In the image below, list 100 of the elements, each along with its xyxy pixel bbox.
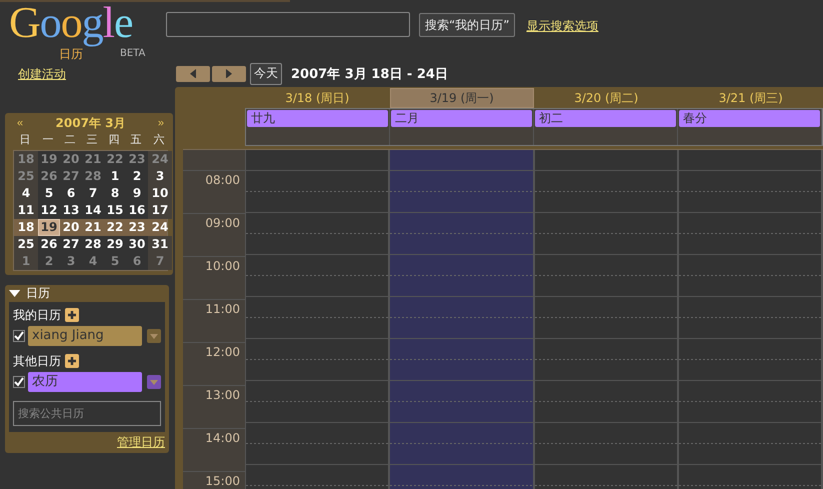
- calendar-day[interactable]: 27: [60, 168, 82, 185]
- calendar-day[interactable]: 1: [104, 168, 126, 185]
- plus-icon: [67, 310, 77, 320]
- calendar-day[interactable]: 29: [104, 236, 126, 253]
- calendar-day[interactable]: 20: [60, 151, 82, 168]
- calendar-day[interactable]: 24: [148, 151, 172, 168]
- calendar-day[interactable]: 1: [14, 253, 38, 270]
- next-button[interactable]: [212, 66, 246, 82]
- next-month-button[interactable]: »: [158, 117, 164, 129]
- calendar-day[interactable]: 10: [148, 185, 172, 202]
- calendar-day[interactable]: 19: [38, 219, 60, 236]
- hour-label: 08:00: [183, 171, 245, 214]
- all-day-event[interactable]: 二月: [391, 110, 532, 127]
- month-title: 2007年 3月: [56, 114, 126, 132]
- day-header[interactable]: 3/21 (周三): [678, 88, 823, 108]
- down-triangle-icon: [9, 290, 20, 297]
- dropdown-button[interactable]: [147, 329, 161, 343]
- check-icon: [14, 377, 24, 387]
- calendar-day[interactable]: 20: [60, 219, 82, 236]
- manage-calendars-link[interactable]: 管理日历: [117, 434, 165, 451]
- search-button[interactable]: 搜索“我的日历”: [419, 13, 516, 37]
- calendar-day[interactable]: 19: [38, 151, 60, 168]
- day-header[interactable]: 3/18 (周日): [245, 88, 390, 108]
- calendar-day[interactable]: 6: [126, 253, 148, 270]
- calendar-day[interactable]: 23: [126, 151, 148, 168]
- weekday-label: 一: [42, 132, 54, 148]
- calendar-day[interactable]: 5: [38, 185, 60, 202]
- previous-month-button[interactable]: «: [17, 117, 24, 129]
- calendar-day[interactable]: 15: [104, 202, 126, 219]
- calendar-day[interactable]: 7: [148, 253, 172, 270]
- calendar-day[interactable]: 16: [126, 202, 148, 219]
- calendar-day[interactable]: 27: [60, 236, 82, 253]
- all-day-event[interactable]: 廿九: [247, 110, 388, 127]
- previous-button[interactable]: [176, 66, 210, 82]
- today-button[interactable]: 今天: [250, 62, 282, 84]
- dropdown-button[interactable]: [147, 375, 161, 389]
- hour-label: 15:00: [183, 472, 245, 489]
- day-header[interactable]: 3/20 (周二): [534, 88, 678, 108]
- calendar-day[interactable]: 2: [38, 253, 60, 270]
- add-button[interactable]: [65, 354, 79, 368]
- calendar-day[interactable]: 18: [14, 151, 38, 168]
- calendar-day[interactable]: 30: [126, 236, 148, 253]
- calendar-day[interactable]: 22: [104, 219, 126, 236]
- group-title: 其他日历: [13, 352, 61, 370]
- calendar-day[interactable]: 4: [14, 185, 38, 202]
- calendar-day[interactable]: 17: [148, 202, 172, 219]
- calendar-day[interactable]: 3: [148, 168, 172, 185]
- panel-title: 日历: [26, 285, 50, 302]
- calendar-name[interactable]: 农历: [28, 372, 142, 392]
- calendar-day[interactable]: 12: [38, 202, 60, 219]
- calendar-day[interactable]: 3: [60, 253, 82, 270]
- calendar-day[interactable]: 21: [82, 151, 104, 168]
- calendar-day[interactable]: 9: [126, 185, 148, 202]
- create-event-link[interactable]: 创建活动: [0, 66, 176, 82]
- checkbox[interactable]: [13, 330, 25, 342]
- weekday-label: 五: [130, 132, 142, 148]
- calendar-day[interactable]: 4: [82, 253, 104, 270]
- add-button[interactable]: [65, 308, 79, 322]
- calendar-day[interactable]: 23: [126, 219, 148, 236]
- calendar-day[interactable]: 6: [60, 185, 82, 202]
- weekday-label: 三: [86, 132, 98, 148]
- selected-week-row[interactable]: 18 19 20 21 22 23 24: [14, 219, 167, 236]
- search-options-link[interactable]: 显示搜索选项: [526, 18, 598, 35]
- calendar-day[interactable]: 25: [14, 168, 38, 185]
- check-icon: [14, 331, 24, 341]
- group-title: 我的日历: [13, 306, 61, 324]
- right-triangle-icon: [226, 68, 232, 78]
- all-day-event[interactable]: 初二: [535, 110, 676, 127]
- calendar-day[interactable]: 22: [104, 151, 126, 168]
- all-day-event[interactable]: 春分: [679, 110, 820, 127]
- date-range: 2007年 3月 18日 - 24日: [291, 66, 448, 82]
- calendar-day[interactable]: 28: [82, 168, 104, 185]
- calendar-day[interactable]: 28: [82, 236, 104, 253]
- calendar-day[interactable]: 18: [14, 219, 38, 236]
- hour-label: 12:00: [183, 343, 245, 386]
- calendar-day[interactable]: 5: [104, 253, 126, 270]
- plus-icon: [67, 356, 77, 366]
- calendar-day[interactable]: 21: [82, 219, 104, 236]
- calendar-day[interactable]: 26: [38, 236, 60, 253]
- checkbox[interactable]: [13, 376, 25, 388]
- calendar-day[interactable]: 7: [82, 185, 104, 202]
- calendar-day[interactable]: 14: [82, 202, 104, 219]
- down-triangle-icon: [150, 334, 158, 338]
- calendar-day[interactable]: 31: [148, 236, 172, 253]
- calendar-day[interactable]: 2: [126, 168, 148, 185]
- calendar-name[interactable]: xiang Jiang: [28, 326, 142, 346]
- public-calendar-search-field[interactable]: 搜索公共日历: [13, 401, 161, 426]
- weekday-label: 二: [64, 132, 76, 148]
- hour-label: 11:00: [183, 300, 245, 343]
- day-header[interactable]: 3/19 (周一): [390, 88, 534, 108]
- calendar-day[interactable]: 11: [14, 202, 38, 219]
- search-field[interactable]: [166, 12, 410, 37]
- collapse-toggle[interactable]: [9, 290, 20, 297]
- calendar-day[interactable]: 25: [14, 236, 38, 253]
- calendar-day[interactable]: 8: [104, 185, 126, 202]
- weekday-label: 日: [18, 132, 32, 148]
- calendar-day[interactable]: 13: [60, 202, 82, 219]
- calendar-day[interactable]: 26: [38, 168, 60, 185]
- left-triangle-icon: [190, 68, 196, 78]
- weekday-label: 四: [108, 132, 120, 148]
